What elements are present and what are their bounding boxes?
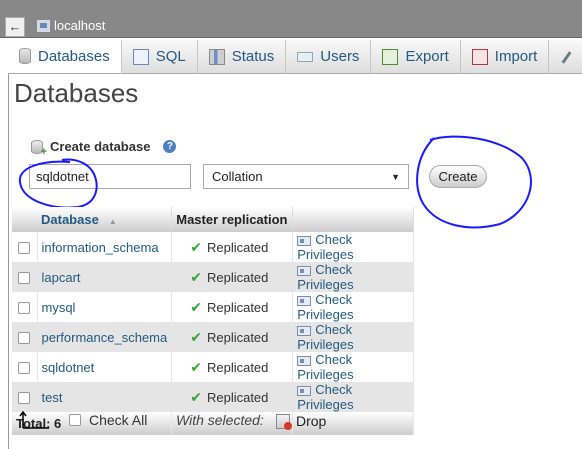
check-privileges-link[interactable]: Check Privileges — [292, 292, 414, 322]
check-icon: ✔ — [190, 358, 202, 375]
row-checkbox[interactable] — [18, 392, 31, 405]
row-checkbox[interactable] — [18, 332, 31, 345]
tab-sql[interactable]: SQL — [121, 40, 198, 73]
database-link[interactable]: information_schema — [37, 232, 173, 262]
privileges-icon — [297, 235, 312, 246]
database-add-icon — [31, 139, 47, 158]
select-arrow-icon — [19, 410, 49, 429]
create-database-heading: Create database ? — [31, 139, 177, 158]
database-link[interactable]: mysql — [37, 292, 173, 322]
check-privileges-link[interactable]: Check Privileges — [292, 382, 414, 412]
check-all-label[interactable]: Check All — [89, 412, 147, 428]
replication-status: Replicated — [206, 269, 269, 285]
row-checkbox[interactable] — [18, 362, 31, 375]
check-privileges-link[interactable]: Check Privileges — [292, 262, 414, 292]
column-header-actions — [292, 207, 414, 232]
table-row: test ✔ Replicated Check Privileges — [12, 382, 414, 412]
tab-settings[interactable] — [549, 40, 582, 73]
table-row: lapcart ✔ Replicated Check Privileges — [12, 262, 414, 292]
create-button[interactable]: Create — [429, 165, 487, 188]
tab-export-label: Export — [405, 48, 449, 65]
sort-asc-icon: ▲ — [108, 217, 117, 226]
table-header-row: Database ▲ Master replication — [12, 207, 414, 232]
row-checkbox[interactable] — [18, 272, 31, 285]
status-icon — [208, 48, 225, 65]
drop-button[interactable]: Drop — [276, 413, 326, 430]
sql-icon — [132, 48, 149, 65]
tab-export[interactable]: Export — [371, 40, 461, 73]
tab-sql-label: SQL — [155, 48, 186, 65]
database-link[interactable]: test — [37, 382, 173, 412]
privileges-icon — [297, 295, 312, 306]
table-row: sqldotnet ✔ Replicated Check Privileges — [12, 352, 414, 382]
server-breadcrumb[interactable]: localhost — [37, 18, 105, 33]
create-database-label: Create database — [50, 139, 151, 154]
tab-databases[interactable]: Databases — [8, 40, 122, 73]
users-icon — [297, 51, 314, 62]
check-icon: ✔ — [190, 268, 202, 285]
import-icon — [471, 48, 488, 65]
row-checkbox[interactable] — [18, 302, 31, 315]
drop-label[interactable]: Drop — [296, 413, 326, 429]
replication-status: Replicated — [206, 359, 269, 375]
tab-import-label: Import — [494, 48, 538, 65]
privileges-icon — [297, 265, 312, 276]
row-checkbox[interactable] — [18, 242, 31, 255]
back-arrow-button[interactable]: ← — [5, 17, 25, 37]
chevron-down-icon: ▼ — [391, 171, 400, 182]
check-icon: ✔ — [190, 298, 202, 315]
collation-value: Collation — [212, 169, 263, 184]
databases-table: Database ▲ Master replication information… — [12, 207, 414, 435]
server-icon — [37, 19, 50, 32]
tab-status[interactable]: Status — [197, 40, 287, 73]
database-name-input[interactable] — [29, 164, 191, 189]
tab-users-label: Users — [320, 48, 360, 65]
replication-status: Replicated — [206, 389, 269, 405]
with-selected-label: With selected: — [176, 412, 264, 428]
check-icon: ✔ — [190, 388, 202, 405]
check-icon: ✔ — [190, 328, 202, 345]
tab-users[interactable]: Users — [286, 40, 372, 73]
database-icon — [19, 48, 31, 64]
column-header-master-replication: Master replication — [171, 207, 294, 232]
replication-status: Replicated — [206, 299, 269, 315]
page-title: Databases — [14, 78, 139, 108]
tab-databases-label: Databases — [38, 47, 110, 65]
privileges-icon — [297, 325, 312, 336]
server-bar: ← localhost — [0, 0, 582, 38]
check-privileges-link[interactable]: Check Privileges — [292, 232, 414, 262]
privileges-icon — [297, 385, 312, 396]
drop-icon — [276, 413, 292, 430]
replication-status: Replicated — [206, 329, 269, 345]
check-all-checkbox[interactable] — [69, 414, 81, 426]
database-link[interactable]: lapcart — [37, 262, 173, 292]
table-row: performance_schema ✔ Replicated Check Pri… — [12, 322, 414, 352]
main-tabs: Databases SQL Status Users Export Import — [8, 40, 582, 74]
privileges-icon — [297, 355, 312, 366]
replication-status: Replicated — [206, 239, 269, 255]
table-row: information_schema ✔ Replicated Check Pri… — [12, 232, 414, 262]
server-name[interactable]: localhost — [54, 18, 105, 33]
wrench-icon — [560, 49, 572, 65]
column-header-database[interactable]: Database ▲ — [12, 207, 173, 232]
check-all-toggle[interactable]: Check All — [69, 412, 147, 428]
collation-select[interactable]: Collation ▼ — [203, 164, 409, 189]
table-row: mysql ✔ Replicated Check Privileges — [12, 292, 414, 322]
check-privileges-link[interactable]: Check Privileges — [292, 322, 414, 352]
content-border — [8, 74, 9, 449]
database-link[interactable]: performance_schema — [37, 322, 173, 352]
database-link[interactable]: sqldotnet — [37, 352, 173, 382]
database-header-label: Database — [41, 212, 99, 227]
export-icon — [382, 48, 399, 65]
tab-status-label: Status — [231, 48, 275, 65]
check-privileges-link[interactable]: Check Privileges — [292, 352, 414, 382]
check-icon: ✔ — [190, 238, 202, 255]
help-icon[interactable]: ? — [163, 140, 177, 153]
tab-import[interactable]: Import — [460, 40, 550, 73]
